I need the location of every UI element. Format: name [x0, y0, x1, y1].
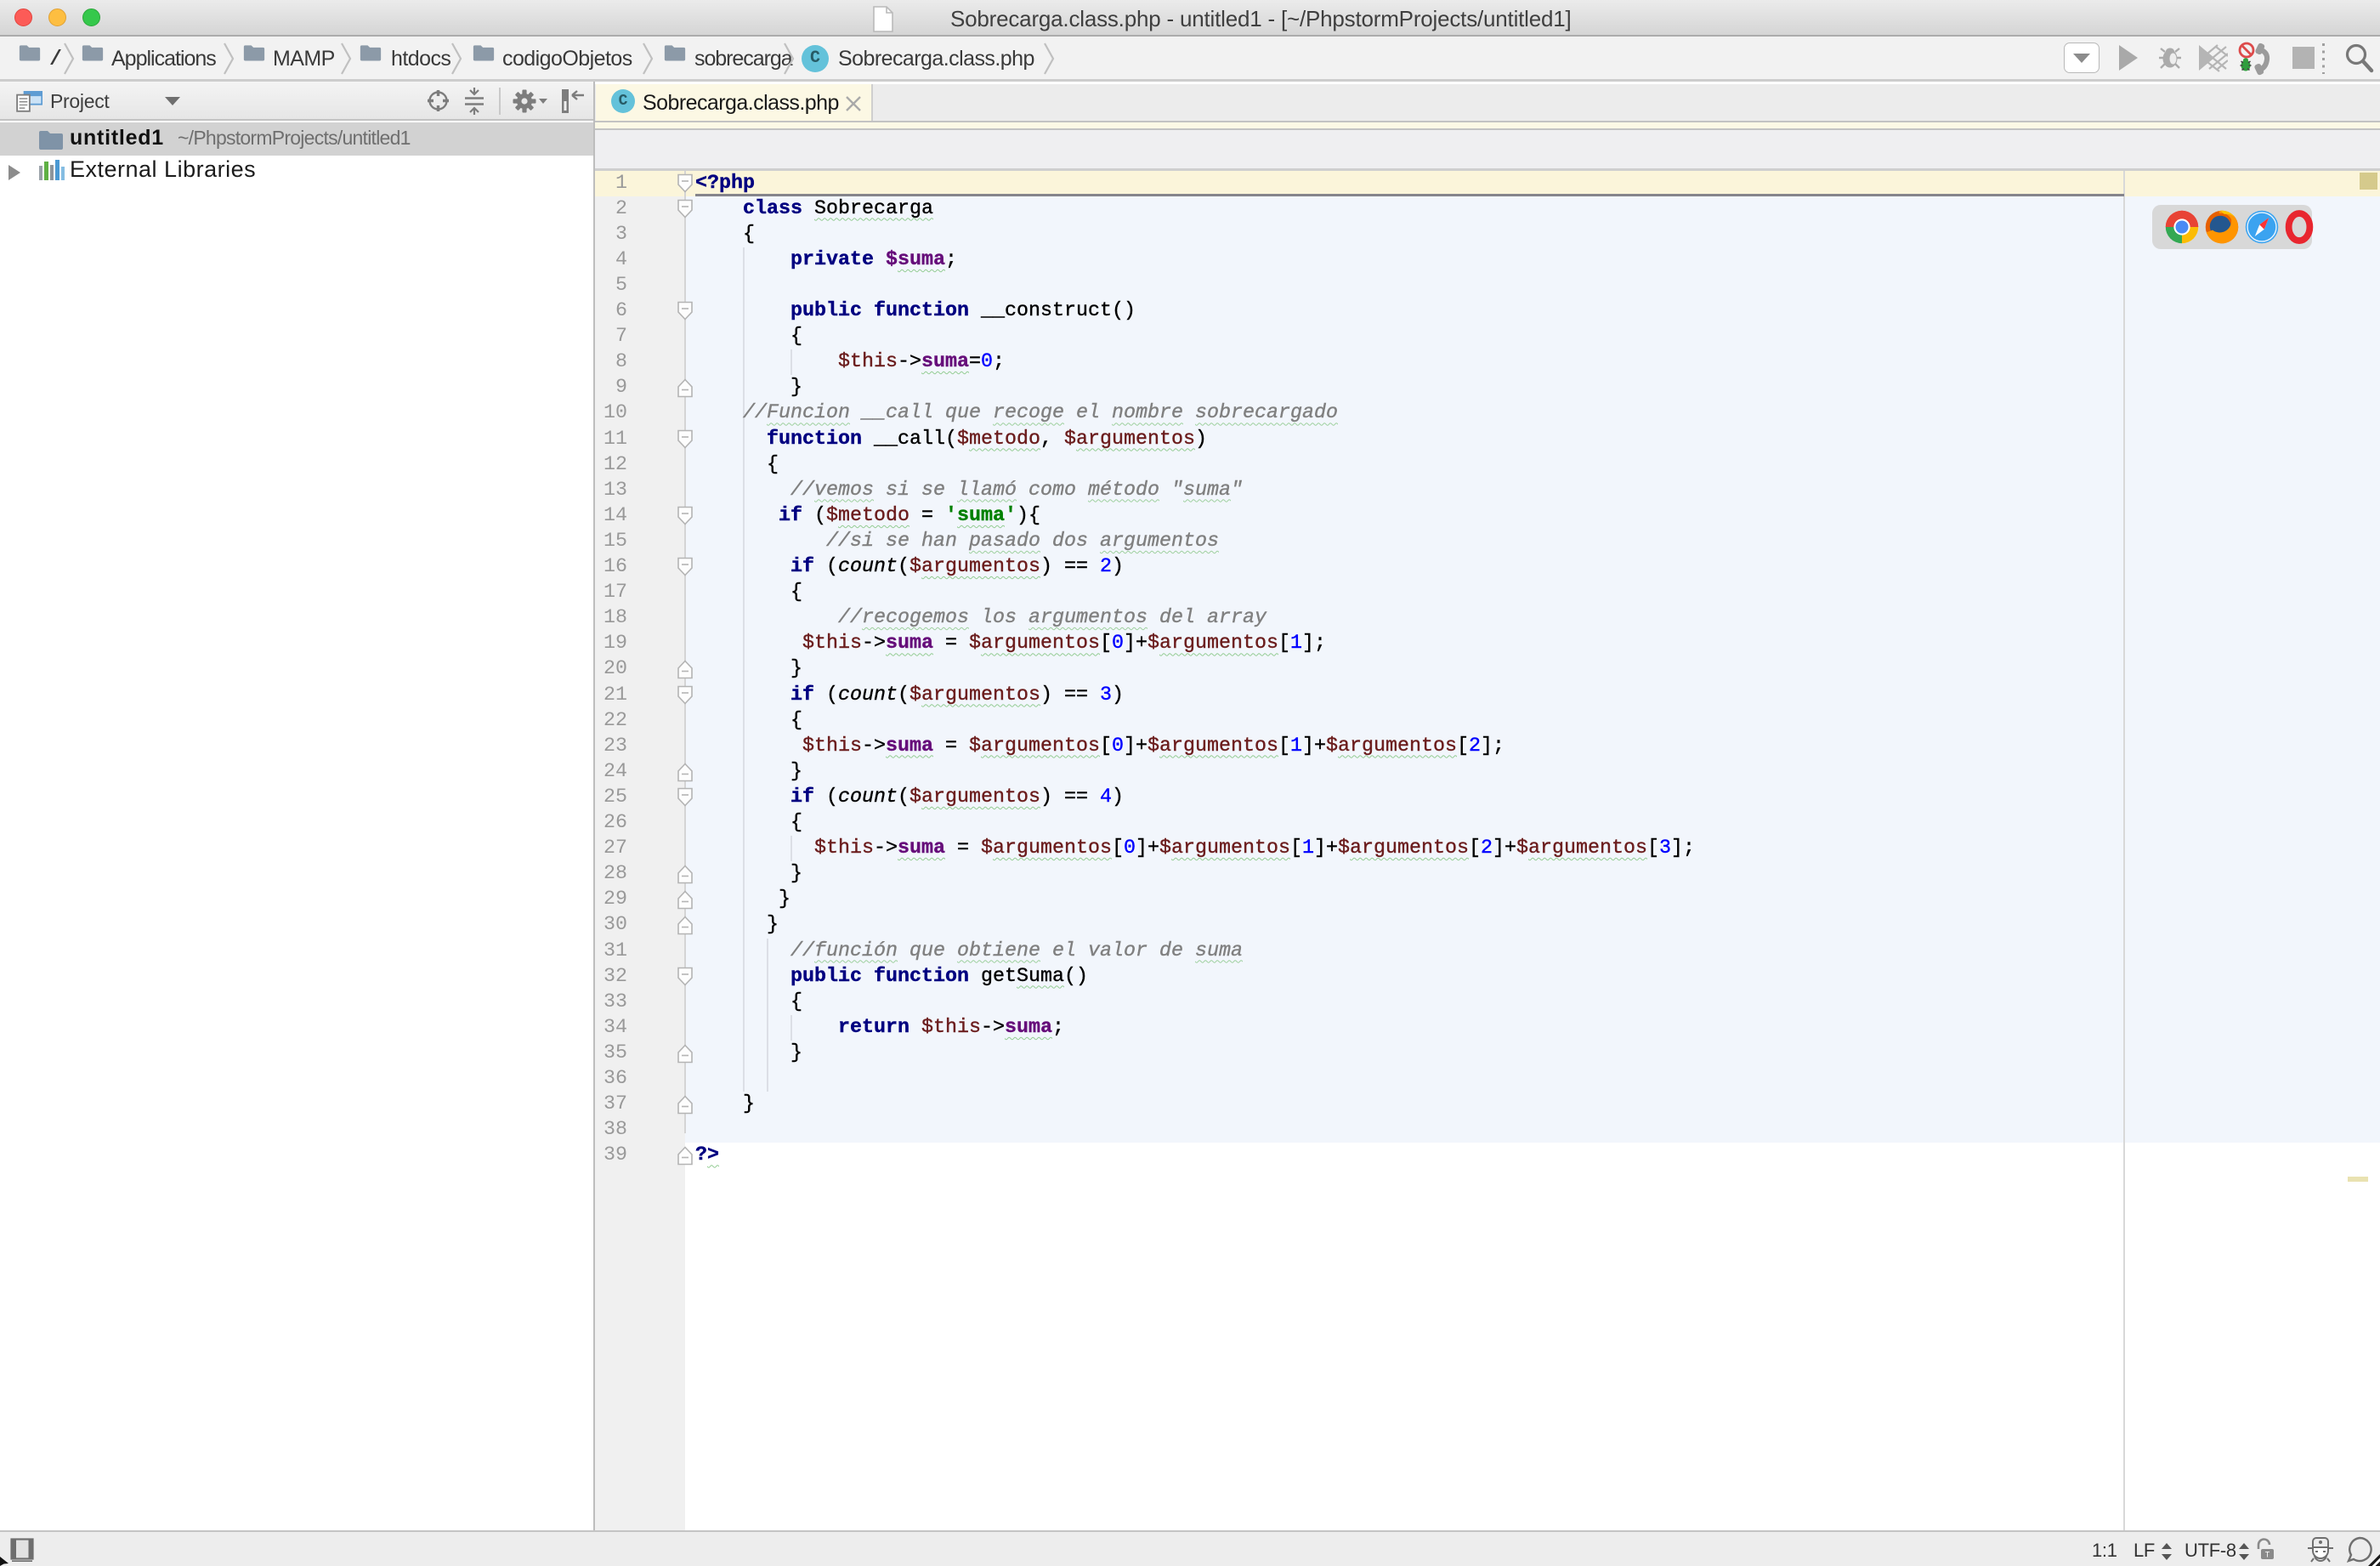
svg-text:T: T: [2265, 1551, 2270, 1559]
